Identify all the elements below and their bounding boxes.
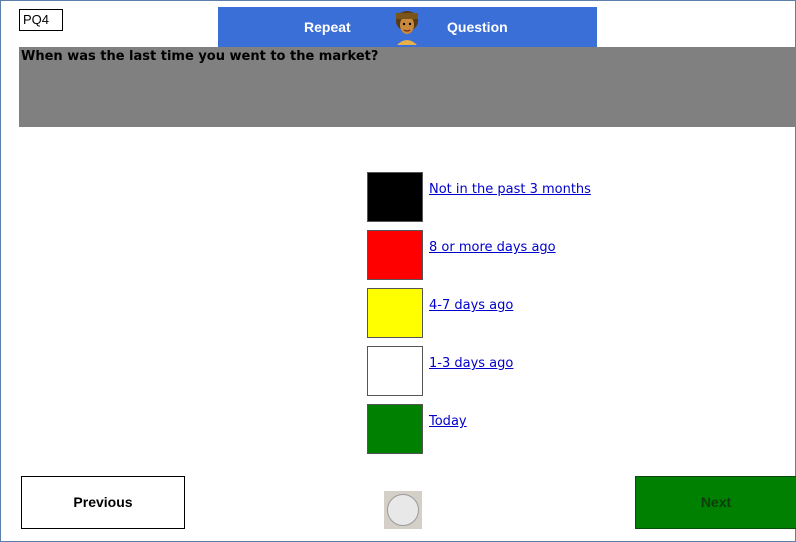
option-8-or-more-days-ago[interactable]: 8 or more days ago	[367, 230, 796, 280]
question-button[interactable]: Question	[447, 7, 508, 47]
option-4-7-days-ago[interactable]: 4-7 days ago	[367, 288, 796, 338]
narrator-avatar-icon[interactable]	[392, 7, 422, 45]
red-swatch[interactable]	[367, 230, 423, 280]
survey-window: PQ4 Repeat Question When was the last ti…	[0, 0, 796, 542]
top-bar: Repeat Question	[218, 7, 597, 47]
previous-button[interactable]: Previous	[21, 476, 185, 529]
repeat-button[interactable]: Repeat	[304, 7, 351, 47]
option-label[interactable]: Not in the past 3 months	[429, 182, 591, 197]
question-text: When was the last time you went to the m…	[21, 49, 379, 64]
white-swatch[interactable]	[367, 346, 423, 396]
option-label[interactable]: 8 or more days ago	[429, 240, 556, 255]
option-label[interactable]: 1-3 days ago	[429, 356, 513, 371]
option-label[interactable]: 4-7 days ago	[429, 298, 513, 313]
circle-icon	[387, 494, 419, 526]
status-circle-icon	[384, 491, 422, 529]
question-id-label: PQ4	[19, 9, 63, 31]
option-1-3-days-ago[interactable]: 1-3 days ago	[367, 346, 796, 396]
green-swatch[interactable]	[367, 404, 423, 454]
option-not-in-past-3-months[interactable]: Not in the past 3 months	[367, 172, 796, 222]
black-swatch[interactable]	[367, 172, 423, 222]
option-label[interactable]: Today	[429, 414, 467, 429]
next-button[interactable]: Next	[635, 476, 796, 529]
question-panel: When was the last time you went to the m…	[19, 47, 796, 127]
yellow-swatch[interactable]	[367, 288, 423, 338]
option-today[interactable]: Today	[367, 404, 796, 454]
